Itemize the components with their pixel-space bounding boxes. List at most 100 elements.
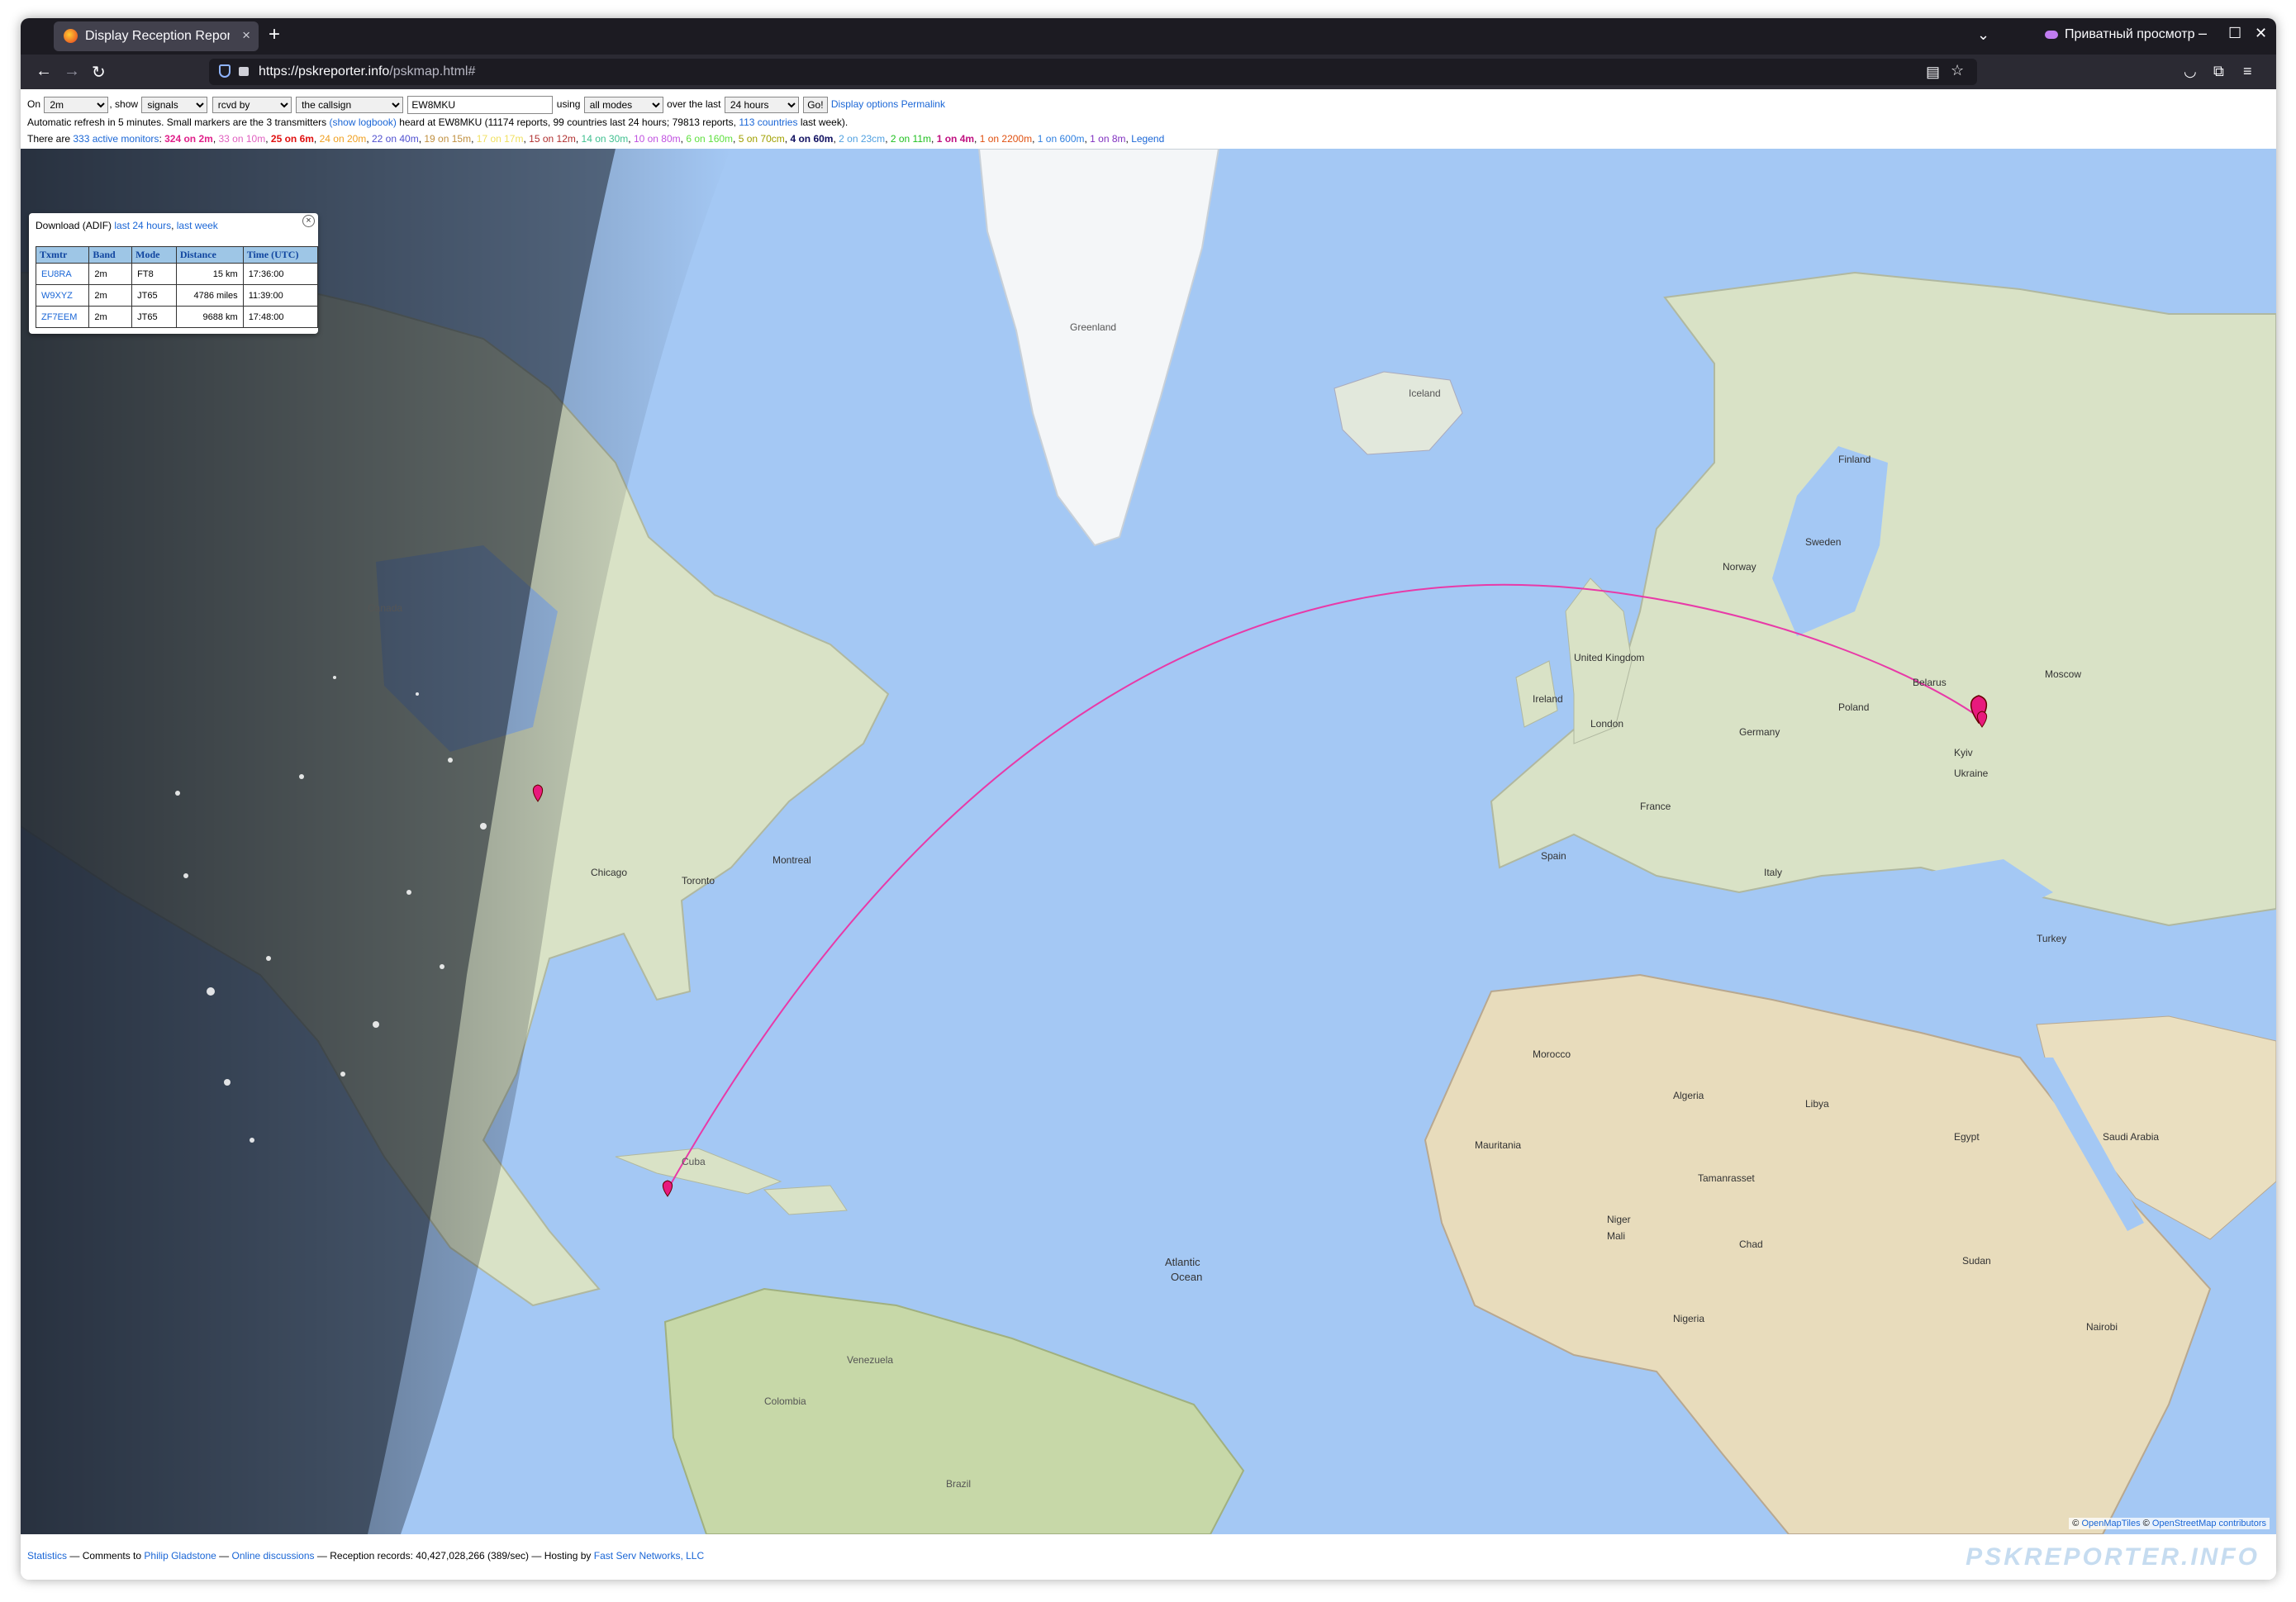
infobox-close-icon[interactable]: ×: [302, 215, 315, 227]
place-label: Ukraine: [1954, 768, 1989, 779]
band-count-item[interactable]: 324 on 2m: [164, 133, 213, 145]
band-count-item[interactable]: 19 on 15m: [424, 133, 471, 145]
place-label: Mali: [1607, 1230, 1625, 1242]
column-header[interactable]: Band: [88, 246, 133, 264]
query-controls: On 2m, show signals rcvd by the callsign…: [27, 96, 945, 114]
tab-bar: Display Reception Report × + ⌄ Приватный…: [21, 18, 2276, 55]
permalink-link[interactable]: Permalink: [901, 98, 945, 110]
private-browsing-indicator: Приватный просмотр: [2045, 27, 2194, 42]
band-count-item[interactable]: 2 on 23cm: [839, 133, 885, 145]
place-label: Spain: [1541, 850, 1566, 862]
place-label: Montreal: [772, 854, 811, 866]
download-last-week-link[interactable]: last week: [177, 220, 218, 231]
band-count-item[interactable]: 1 on 600m: [1038, 133, 1085, 145]
list-all-tabs-icon[interactable]: ⌄: [1977, 26, 1989, 44]
back-icon[interactable]: ←: [36, 62, 52, 81]
active-monitors-link[interactable]: 333 active monitors: [73, 133, 159, 145]
band-count-item[interactable]: 33 on 10m: [219, 133, 266, 145]
band-count-item[interactable]: 1 on 4m: [937, 133, 974, 145]
callsign-cell[interactable]: EU8RA: [35, 263, 90, 285]
minimize-icon[interactable]: –: [2199, 25, 2207, 42]
place-label: Nairobi: [2086, 1321, 2118, 1333]
comments-text: — Comments to: [69, 1550, 142, 1562]
pocket-icon[interactable]: ◡: [2184, 63, 2197, 80]
attribution-prefix: ©: [2072, 1519, 2080, 1528]
callsign-cell[interactable]: W9XYZ: [35, 284, 90, 307]
map-canvas[interactable]: Greenland Iceland Canada United Kingdom Irel…: [21, 149, 2276, 1534]
table-row: ZF7EEM 2m JT65 9688 km 17:48:00: [35, 306, 319, 328]
band-count-item[interactable]: 15 on 12m: [529, 133, 576, 145]
window-close-icon[interactable]: ✕: [2255, 25, 2267, 42]
table-cell: 17:36:00: [242, 263, 319, 285]
tracking-protection-icon[interactable]: [219, 64, 231, 78]
tab-close-icon[interactable]: ×: [242, 27, 250, 44]
band-count-item[interactable]: 17 on 17m: [477, 133, 524, 145]
url-text[interactable]: https://pskreporter.info/pskmap.html#: [259, 64, 475, 79]
using-label: using: [556, 98, 581, 111]
map-attribution: © OpenMapTiles © OpenStreetMap contribut…: [2069, 1518, 2270, 1529]
osm-link[interactable]: OpenStreetMap contributors: [2152, 1519, 2266, 1528]
maximize-icon[interactable]: ☐: [2228, 25, 2241, 42]
world-map[interactable]: Greenland Iceland Canada United Kingdom Irel…: [21, 149, 2276, 1534]
band-count-item[interactable]: 1 on 8m: [1090, 133, 1125, 145]
statistics-link[interactable]: Statistics: [27, 1550, 67, 1562]
column-header[interactable]: Mode: [131, 246, 177, 264]
band-count-item[interactable]: 22 on 40m: [372, 133, 419, 145]
place-label: Nigeria: [1673, 1313, 1704, 1324]
show-select[interactable]: signals: [141, 97, 208, 113]
callsign-input[interactable]: [407, 96, 554, 114]
place-label: London: [1590, 718, 1623, 730]
column-header[interactable]: Time (UTC): [242, 246, 319, 264]
band-count-item[interactable]: 5 on 70cm: [739, 133, 785, 145]
band-count-item[interactable]: 24 on 20m: [320, 133, 367, 145]
forward-icon[interactable]: →: [64, 62, 80, 81]
band-count-item[interactable]: 1 on 2200m: [980, 133, 1032, 145]
band-count-item[interactable]: 14 on 30m: [582, 133, 629, 145]
place-label: Chad: [1739, 1238, 1763, 1250]
online-discussions-link[interactable]: Online discussions: [231, 1550, 314, 1562]
mode-select[interactable]: all modes: [583, 97, 663, 113]
band-count-item[interactable]: 4 on 60m: [790, 133, 833, 145]
author-link[interactable]: Philip Gladstone: [144, 1550, 216, 1562]
bookmark-star-icon[interactable]: ☆: [1951, 62, 1964, 79]
band-count-list: 324 on 2m, 33 on 10m, 25 on 6m, 24 on 20…: [164, 133, 1132, 145]
extensions-icon[interactable]: ⧉: [2213, 63, 2224, 80]
band-count-item[interactable]: 25 on 6m: [271, 133, 314, 145]
footer-dash: —: [219, 1550, 230, 1562]
table-cell: 9688 km: [175, 306, 244, 328]
band-count-item[interactable]: 6 on 160m: [686, 133, 733, 145]
place-label: Brazil: [946, 1478, 971, 1490]
transmitter-table: Txmtr Band Mode Distance Time (UTC) EU8RA 2m F…: [35, 246, 319, 328]
show-logbook-link[interactable]: (show logbook): [329, 116, 396, 128]
ocean-label-1: Atlantic: [1165, 1256, 1200, 1268]
callsign-mode-select[interactable]: the callsign: [296, 97, 404, 113]
tab-display-reception-report[interactable]: Display Reception Report ×: [54, 21, 259, 51]
lock-icon[interactable]: [239, 67, 249, 76]
countries-link[interactable]: 113 countries: [739, 116, 797, 128]
go-button[interactable]: Go!: [803, 97, 828, 113]
new-tab-icon[interactable]: +: [269, 23, 280, 46]
reader-view-icon[interactable]: ▤: [1926, 64, 1940, 81]
band-count-item[interactable]: 10 on 80m: [634, 133, 681, 145]
app-menu-icon[interactable]: ≡: [2243, 63, 2252, 80]
place-label: Italy: [1764, 867, 1782, 878]
period-select[interactable]: 24 hours: [724, 97, 799, 113]
table-cell: 2m: [88, 263, 133, 285]
callsign-cell[interactable]: ZF7EEM: [35, 306, 90, 328]
download-last-24-link[interactable]: last 24 hours: [114, 220, 171, 231]
column-header[interactable]: Distance: [175, 246, 244, 264]
place-label: Tamanrasset: [1698, 1172, 1755, 1184]
column-header[interactable]: Txmtr: [35, 246, 90, 264]
band-select[interactable]: 2m: [44, 97, 109, 113]
display-options-link[interactable]: Display options: [831, 98, 898, 110]
url-bar[interactable]: https://pskreporter.info/pskmap.html# ▤ …: [209, 59, 1977, 85]
place-label: United Kingdom: [1574, 652, 1644, 663]
legend-link[interactable]: Legend: [1131, 133, 1164, 145]
place-label: Chicago: [591, 867, 627, 878]
host-link[interactable]: Fast Serv Networks, LLC: [594, 1550, 704, 1562]
openmaptiles-link[interactable]: OpenMapTiles: [2081, 1519, 2140, 1528]
reload-icon[interactable]: ↻: [92, 62, 106, 83]
direction-select[interactable]: rcvd by: [212, 97, 292, 113]
place-label: Finland: [1838, 454, 1871, 465]
band-count-item[interactable]: 2 on 11m: [891, 133, 931, 145]
